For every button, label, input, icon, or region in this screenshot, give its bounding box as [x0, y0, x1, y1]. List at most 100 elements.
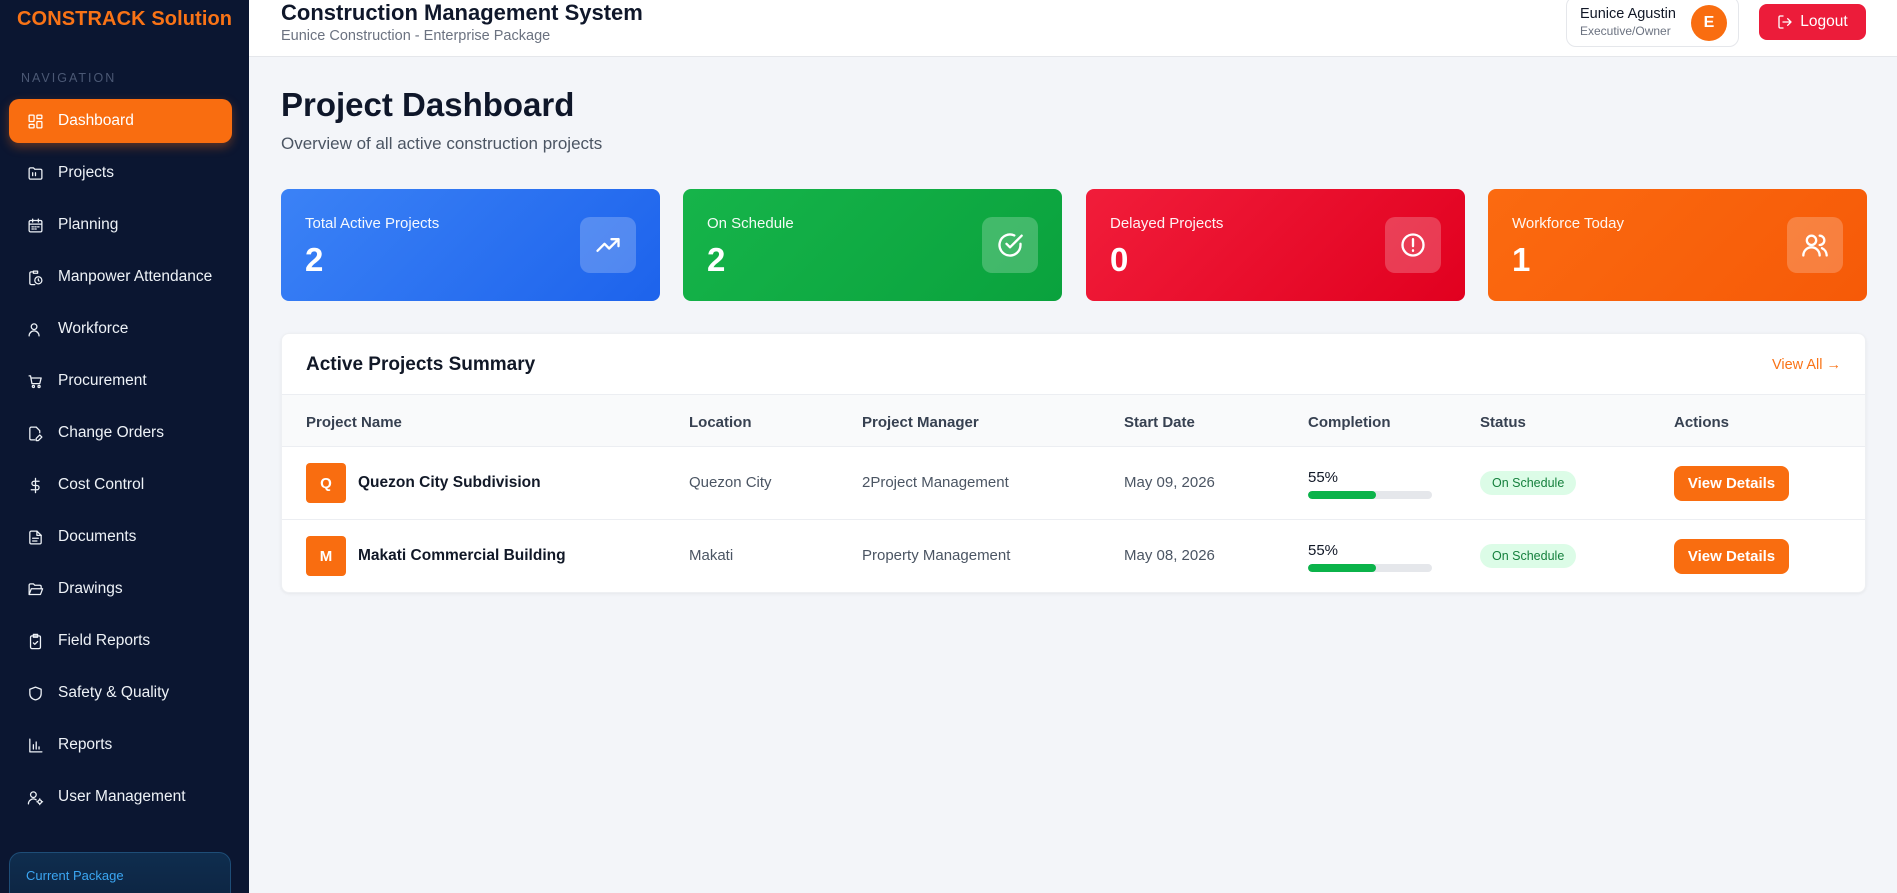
trending-up-icon: [580, 217, 636, 273]
stat-label: Workforce Today: [1512, 215, 1624, 232]
page-subtitle: Overview of all active construction proj…: [281, 134, 603, 153]
project-location: Makati: [689, 547, 734, 564]
project-initial-badge: Q: [306, 463, 346, 503]
sidebar-item-label: Drawings: [58, 580, 123, 597]
logout-icon: [1778, 15, 1792, 29]
avatar: E: [1691, 5, 1727, 41]
sidebar-item-projects[interactable]: Projects: [9, 151, 232, 195]
sidebar: CONSTRACK Solution NAVIGATION Dashboard …: [0, 0, 249, 893]
file-edit-icon: [25, 423, 45, 443]
sidebar-item-label: Cost Control: [58, 476, 145, 493]
bar-chart-icon: [25, 735, 45, 755]
folder-open-icon: [25, 579, 45, 599]
table-row: M Makati Commercial Building Makati Prop…: [282, 520, 1865, 593]
user-profile[interactable]: Eunice Agustin Executive/Owner E: [1566, 0, 1739, 47]
dollar-icon: [25, 475, 45, 495]
column-header: Location: [689, 414, 752, 431]
sidebar-item-reports[interactable]: Reports: [9, 723, 232, 767]
section-title: Active Projects Summary: [306, 354, 536, 375]
sidebar-item-change-orders[interactable]: Change Orders: [9, 411, 232, 455]
user-gear-icon: [25, 787, 45, 807]
project-manager: 2Project Management: [862, 474, 1009, 491]
column-header: Start Date: [1124, 414, 1195, 431]
top-header: Construction Management System Eunice Co…: [249, 0, 1897, 57]
stat-value: 2: [305, 241, 324, 278]
user-icon: [25, 319, 45, 339]
view-details-button[interactable]: View Details: [1674, 539, 1789, 574]
clipboard-check-icon: [25, 631, 45, 651]
page-title: Project Dashboard: [281, 86, 575, 123]
sidebar-item-label: Planning: [58, 216, 119, 233]
sidebar-item-manpower-attendance[interactable]: Manpower Attendance: [9, 255, 232, 299]
project-manager: Property Management: [862, 547, 1011, 564]
completion-percent: 55%: [1308, 542, 1339, 559]
sidebar-item-label: Projects: [58, 164, 114, 181]
completion-percent: 55%: [1308, 469, 1339, 486]
sidebar-item-dashboard[interactable]: Dashboard: [9, 99, 232, 143]
check-circle-icon: [982, 217, 1038, 273]
project-name[interactable]: Makati Commercial Building: [358, 547, 566, 565]
sidebar-item-label: Workforce: [58, 320, 129, 337]
view-all-link[interactable]: View All →: [1772, 357, 1841, 373]
sidebar-item-documents[interactable]: Documents: [9, 515, 232, 559]
sidebar-item-field-reports[interactable]: Field Reports: [9, 619, 232, 663]
completion-progress-bar: [1308, 564, 1432, 572]
stat-value: 0: [1110, 241, 1129, 278]
stat-card-total-active-projects: Total Active Projects 2: [281, 189, 660, 301]
column-header: Project Manager: [862, 414, 979, 431]
status-badge: On Schedule: [1480, 471, 1577, 495]
status-badge: On Schedule: [1480, 544, 1577, 568]
active-projects-summary: Active Projects Summary View All → Proje…: [281, 333, 1866, 593]
logout-label: Logout: [1800, 13, 1848, 30]
column-header: Completion: [1308, 414, 1391, 431]
shield-icon: [25, 683, 45, 703]
sidebar-item-label: Change Orders: [58, 424, 164, 441]
completion-progress-bar: [1308, 491, 1432, 499]
stat-value: 1: [1512, 241, 1531, 278]
column-header: Project Name: [306, 414, 402, 431]
sidebar-item-label: Dashboard: [58, 112, 134, 129]
sidebar-item-label: Documents: [58, 528, 137, 545]
table-header: Project Name Location Project Manager St…: [282, 394, 1865, 447]
table-row: Q Quezon City Subdivision Quezon City 2P…: [282, 447, 1865, 520]
stat-card-on-schedule: On Schedule 2: [683, 189, 1062, 301]
progress-fill: [1308, 491, 1377, 499]
project-initial-badge: M: [306, 536, 346, 576]
stat-value: 2: [707, 241, 726, 278]
column-header: Status: [1480, 414, 1526, 431]
logout-button[interactable]: Logout: [1759, 4, 1866, 40]
project-name[interactable]: Quezon City Subdivision: [358, 474, 541, 492]
sidebar-item-label: Safety & Quality: [58, 684, 170, 701]
sidebar-item-safety-quality[interactable]: Safety & Quality: [9, 671, 232, 715]
user-name: Eunice Agustin: [1580, 6, 1676, 22]
nav-list: Dashboard Projects Planning Manpower Att…: [9, 99, 232, 827]
stat-label: Delayed Projects: [1110, 215, 1224, 232]
clipboard-clock-icon: [25, 267, 45, 287]
view-details-button[interactable]: View Details: [1674, 466, 1789, 501]
system-title: Construction Management System: [281, 0, 643, 25]
sidebar-item-label: Procurement: [58, 372, 147, 389]
cart-icon: [25, 371, 45, 391]
sidebar-item-workforce[interactable]: Workforce: [9, 307, 232, 351]
calendar-icon: [25, 215, 45, 235]
document-icon: [25, 527, 45, 547]
project-location: Quezon City: [689, 474, 772, 491]
folder-icon: [25, 163, 45, 183]
sidebar-item-planning[interactable]: Planning: [9, 203, 232, 247]
user-role: Executive/Owner: [1580, 24, 1671, 38]
sidebar-item-cost-control[interactable]: Cost Control: [9, 463, 232, 507]
users-icon: [1787, 217, 1843, 273]
sidebar-item-user-management[interactable]: User Management: [9, 775, 232, 819]
progress-fill: [1308, 564, 1377, 572]
current-package-panel: Current Package: [9, 852, 231, 893]
stat-label: Total Active Projects: [305, 215, 440, 232]
package-label: Current Package: [26, 868, 124, 883]
stat-card-delayed-projects: Delayed Projects 0: [1086, 189, 1465, 301]
brand-logo[interactable]: CONSTRACK Solution: [17, 8, 232, 31]
nav-heading: NAVIGATION: [21, 71, 117, 85]
sidebar-item-procurement[interactable]: Procurement: [9, 359, 232, 403]
system-subtitle: Eunice Construction - Enterprise Package: [281, 28, 551, 44]
sidebar-item-drawings[interactable]: Drawings: [9, 567, 232, 611]
dashboard-icon: [25, 111, 45, 131]
stat-label: On Schedule: [707, 215, 794, 232]
